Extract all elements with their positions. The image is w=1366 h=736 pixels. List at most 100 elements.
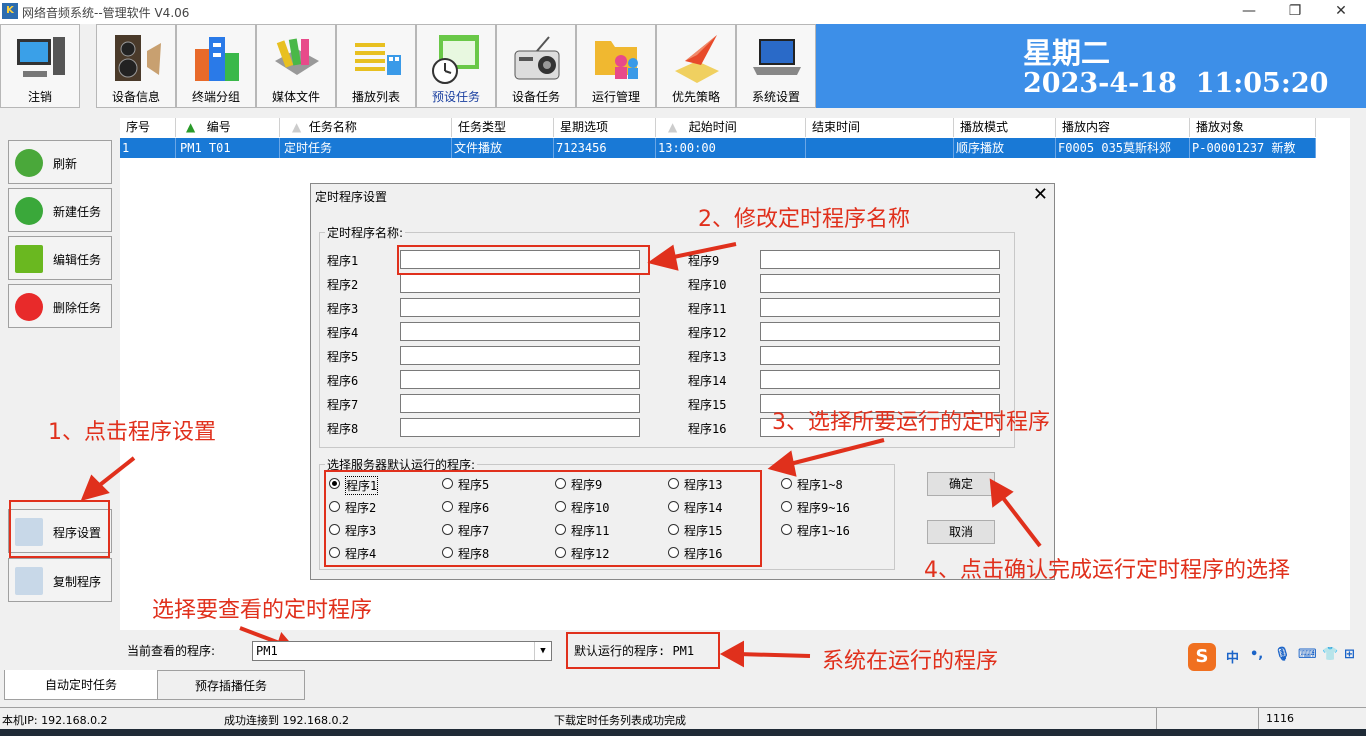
column-header[interactable]: 结束时间	[806, 118, 954, 137]
program-14-name-input[interactable]	[760, 370, 1000, 389]
table-cell: 顺序播放	[954, 138, 1056, 158]
column-header[interactable]: 播放内容	[1056, 118, 1190, 137]
program-label: 程序11	[688, 302, 727, 316]
program-5-name-input[interactable]	[400, 346, 640, 365]
cancel-button[interactable]: 取消	[927, 520, 995, 544]
radio-icon	[514, 36, 560, 80]
column-header[interactable]: 播放对象	[1190, 118, 1316, 137]
program-6-name-input[interactable]	[400, 370, 640, 389]
ime-keyboard-icon[interactable]: ⌨	[1298, 647, 1317, 662]
column-header-label: 任务名称	[308, 120, 357, 134]
status-ip: 本机IP: 192.168.0.2	[2, 714, 108, 727]
radio-label: 程序1~16	[797, 524, 850, 538]
buildings-icon	[195, 37, 239, 81]
program-11-name-input[interactable]	[760, 298, 1000, 317]
toolbar-priority-policy-button[interactable]: 优先策略	[656, 24, 736, 108]
edit-task-button[interactable]: 编辑任务	[8, 236, 112, 280]
toolbar-media-files-button[interactable]: 媒体文件	[256, 24, 336, 108]
column-header[interactable]: 任务类型	[452, 118, 554, 137]
toolbar-device-info-button[interactable]: 设备信息	[96, 24, 176, 108]
plus-icon	[15, 197, 43, 225]
program-9-name-input[interactable]	[760, 250, 1000, 269]
program-8-name-input[interactable]	[400, 418, 640, 437]
column-header-code[interactable]: ▲ 编号	[176, 118, 280, 137]
toolbar-system-settings-button[interactable]: 系统设置	[736, 24, 816, 108]
toolbar-device-task-button[interactable]: 设备任务	[496, 24, 576, 108]
tab-prestored-insert-tasks[interactable]: 预存插播任务	[157, 670, 305, 700]
table-cell: P-00001237 新教	[1190, 138, 1316, 158]
edit-task-label: 编辑任务	[53, 253, 102, 267]
program-10-name-input[interactable]	[760, 274, 1000, 293]
minimize-button[interactable]: —	[1226, 0, 1272, 24]
status-code: 1116	[1266, 712, 1294, 725]
status-bar: 本机IP: 192.168.0.2 成功连接到 192.168.0.2 下载定时…	[0, 707, 1366, 730]
column-header[interactable]: 播放模式	[954, 118, 1056, 137]
radio-dot	[781, 501, 792, 512]
dialog-close-button[interactable]: ✕	[1033, 184, 1048, 205]
program-label: 程序6	[327, 374, 359, 388]
sogou-logo-icon: S	[1188, 643, 1216, 671]
ime-toolbar[interactable]: S 中 •, 🎙 ⌨ 👕 ⊞	[1186, 643, 1362, 671]
current-program-value: PM1	[256, 644, 278, 658]
ime-toolbox-icon[interactable]: ⊞	[1344, 647, 1355, 662]
status-connection: 成功连接到 192.168.0.2	[224, 714, 349, 727]
radio-dot	[781, 524, 792, 535]
table-cell: PM1 T01	[178, 138, 280, 158]
radio-dot	[781, 478, 792, 489]
column-header-name[interactable]: ▲ 任务名称	[280, 118, 452, 137]
annotation-step4: 4、点击确认完成运行定时程序的选择	[924, 558, 1290, 583]
ime-skin-icon[interactable]: 👕	[1322, 647, 1338, 662]
highlight-box-name-input	[397, 245, 650, 275]
program-3-name-input[interactable]	[400, 298, 640, 317]
column-header-start[interactable]: ▲ 起始时间	[656, 118, 806, 137]
paper-plane-book-icon	[675, 35, 719, 83]
list-icon	[355, 43, 401, 75]
ime-chinese-mode[interactable]: 中	[1226, 647, 1239, 666]
laptop-icon	[753, 39, 801, 75]
program-label: 程序13	[688, 350, 727, 364]
close-button[interactable]: ✕	[1318, 0, 1364, 24]
program-12-name-input[interactable]	[760, 322, 1000, 341]
copy-program-button[interactable]: 复制程序	[8, 558, 112, 602]
program-names-group-title: 定时程序名称:	[325, 224, 406, 241]
toolbar-label: 设备信息	[111, 90, 160, 104]
refresh-button[interactable]: 刷新	[8, 140, 112, 184]
toolbar-logout-button[interactable]: 注销	[0, 24, 80, 108]
radio-label: 程序1~8	[797, 478, 843, 492]
program-4-name-input[interactable]	[400, 322, 640, 341]
toolbar-run-management-button[interactable]: 运行管理	[576, 24, 656, 108]
new-task-button[interactable]: 新建任务	[8, 188, 112, 232]
program-label: 程序12	[688, 326, 727, 340]
program-label: 程序4	[327, 326, 359, 340]
arrow-running	[737, 652, 811, 658]
program-2-name-input[interactable]	[400, 274, 640, 293]
current-program-select[interactable]: PM1 ▼	[252, 641, 552, 661]
ime-punctuation-icon[interactable]: •,	[1250, 647, 1263, 662]
table-cell: 文件播放	[452, 138, 554, 158]
folder-people-icon	[595, 41, 638, 79]
column-header[interactable]: 星期选项	[554, 118, 656, 137]
table-cell: 13:00:00	[656, 138, 806, 158]
program-label: 程序14	[688, 374, 727, 388]
annotation-select-view: 选择要查看的定时程序	[152, 598, 373, 623]
dropdown-arrow-icon[interactable]: ▼	[534, 642, 551, 660]
column-header[interactable]: 序号	[120, 118, 176, 137]
toolbar-terminal-group-button[interactable]: 终端分组	[176, 24, 256, 108]
books-icon	[275, 38, 319, 75]
computer-icon	[17, 37, 65, 77]
program-13-name-input[interactable]	[760, 346, 1000, 365]
current-program-label: 当前查看的程序:	[127, 644, 216, 658]
delete-task-button[interactable]: 删除任务	[8, 284, 112, 328]
toolbar-label: 注销	[27, 90, 52, 104]
toolbar-playlist-button[interactable]: 播放列表	[336, 24, 416, 108]
main-toolbar: 注销 设备信息 终端分组 媒体文件 播放列表 预设任务 设备任务 运行管理 优先…	[0, 24, 816, 108]
toolbar-preset-task-button[interactable]: 预设任务	[416, 24, 496, 108]
ime-microphone-icon[interactable]: 🎙	[1274, 647, 1291, 662]
ok-button[interactable]: 确定	[927, 472, 995, 496]
program-7-name-input[interactable]	[400, 394, 640, 413]
tab-auto-timed-tasks[interactable]: 自动定时任务	[4, 670, 158, 700]
delete-icon	[15, 293, 43, 321]
toolbar-label: 系统设置	[751, 90, 800, 104]
restore-button[interactable]: ❐	[1272, 0, 1318, 24]
status-download: 下载定时任务列表成功完成	[554, 714, 686, 727]
